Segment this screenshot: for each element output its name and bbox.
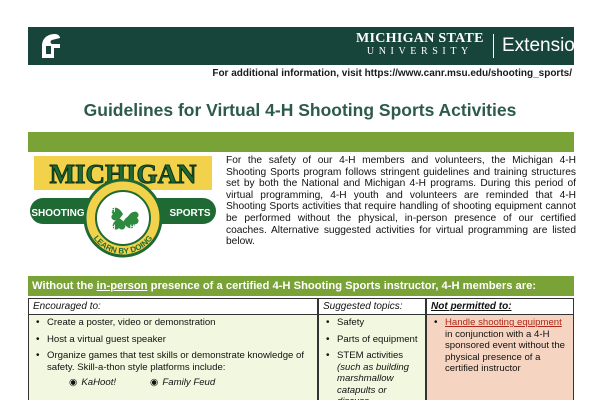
encouraged-header: Encouraged to: — [29, 299, 317, 315]
svg-text:H: H — [111, 225, 115, 231]
not-permitted-text: in conjunction with a 4-H sponsored even… — [445, 328, 566, 375]
banner-suffix: presence of a certified 4-H Shooting Spo… — [147, 280, 537, 292]
spartan-helmet-icon — [42, 34, 60, 58]
header-bar: MICHIGAN STATE UNIVERSITY Extension — [28, 27, 585, 65]
logo-shooting-text: SHOOTING — [31, 208, 85, 219]
topics-header: Suggested topics: — [319, 299, 425, 315]
topic-item: STEM activities(such as building marshma… — [323, 350, 421, 400]
not-permitted-header: Not permitted to: — [427, 299, 573, 315]
encouraged-item: Host a virtual guest speaker — [33, 334, 313, 346]
msu-wordmark: MICHIGAN STATE UNIVERSITY — [356, 31, 484, 58]
guidelines-table: Encouraged to: Create a poster, video or… — [28, 298, 574, 400]
not-permitted-emphasis: Handle shooting equipment — [445, 317, 562, 328]
intro-paragraph: For the safety of our 4-H members and vo… — [226, 155, 576, 248]
extension-label: Extension — [502, 35, 586, 56]
logo-sports-text: SPORTS — [169, 208, 210, 219]
green-strip — [28, 132, 574, 152]
topic-label: STEM activities — [337, 350, 404, 361]
topic-item: Safety — [323, 317, 421, 329]
topic-item: Parts of equipment — [323, 334, 421, 346]
page-title: Guidelines for Virtual 4-H Shooting Spor… — [83, 100, 517, 120]
platform-options: ◉ KaHoot! ◉ Family Feud — [33, 377, 313, 388]
svg-text:H: H — [130, 208, 134, 214]
platform-label: KaHoot! — [81, 377, 117, 388]
not-permitted-item: Handle shooting equipment in conjunction… — [431, 317, 569, 375]
radio-bullet-icon: ◉ — [150, 377, 159, 388]
topic-detail: (such as building marshmallow catapults … — [337, 361, 409, 400]
topics-column: Suggested topics: Safety Parts of equipm… — [318, 298, 426, 400]
banner-emphasis: in-person — [96, 280, 148, 292]
header-divider — [493, 34, 494, 58]
encouraged-item: Organize games that test skills or demon… — [33, 350, 313, 373]
encouraged-column: Encouraged to: Create a poster, video or… — [28, 298, 318, 400]
banner-prefix: Without the — [32, 280, 97, 292]
svg-text:H: H — [130, 225, 134, 231]
platform-option: ◉ Family Feud — [150, 377, 215, 388]
msu-university: UNIVERSITY — [366, 46, 473, 57]
platform-option: ◉ KaHoot! — [69, 377, 116, 388]
msu-name: MICHIGAN STATE — [356, 31, 484, 46]
svg-text:H: H — [111, 208, 115, 214]
guidelines-banner: Without the in-person presence of a cert… — [28, 276, 574, 296]
encouraged-item: Create a poster, video or demonstration — [33, 317, 313, 329]
michigan-shooting-sports-logo: MICHIGAN SHOOTING SPORTS HH HH LEARN BY … — [30, 156, 216, 258]
radio-bullet-icon: ◉ — [69, 377, 78, 388]
not-permitted-column: Not permitted to: Handle shooting equipm… — [426, 298, 574, 400]
platform-label: Family Feud — [162, 377, 216, 388]
info-line: For additional information, visit https:… — [212, 68, 572, 79]
